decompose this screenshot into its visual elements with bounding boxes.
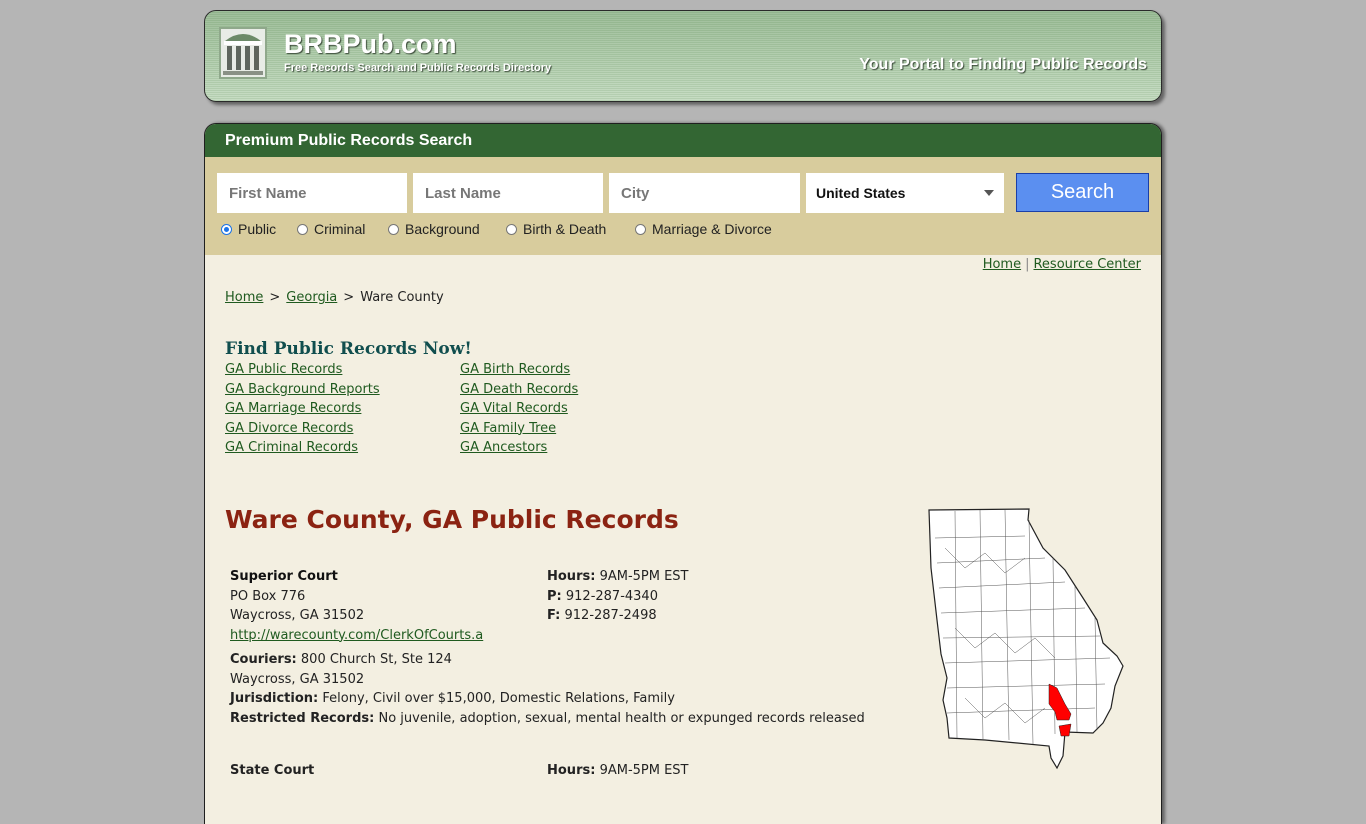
top-nav-links: Home | Resource Center	[982, 257, 1141, 272]
radio-unchecked-icon[interactable]	[506, 223, 517, 235]
court2-hours: Hours: 9AM-5PM EST	[547, 763, 689, 778]
link-ga-death-records[interactable]: GA Death Records	[460, 382, 578, 397]
find-records-heading: Find Public Records Now!	[225, 339, 472, 359]
site-header: BRBPub.com Free Records Search and Publi…	[204, 10, 1162, 102]
records-links-col1: GA Public Records GA Background Reports …	[225, 362, 380, 460]
court-address-line2: Waycross, GA 31502	[230, 608, 365, 623]
link-ga-criminal-records[interactable]: GA Criminal Records	[225, 440, 358, 455]
link-ga-vital-records[interactable]: GA Vital Records	[460, 401, 568, 416]
top-link-resource-center[interactable]: Resource Center	[1033, 257, 1141, 272]
link-ga-background-reports[interactable]: GA Background Reports	[225, 382, 380, 397]
court-jurisdiction: Felony, Civil over $15,000, Domestic Rel…	[322, 691, 675, 706]
georgia-outline	[928, 508, 1124, 770]
court-hours: 9AM-5PM EST	[599, 569, 689, 584]
court2-name: State Court	[230, 763, 315, 778]
courthouse-icon[interactable]	[219, 27, 267, 79]
court-website-link[interactable]: http://warecounty.com/ClerkOfCourts.a	[230, 628, 483, 643]
radio-background[interactable]: Background	[388, 221, 480, 237]
county-title: Ware County, GA Public Records	[225, 505, 679, 534]
breadcrumb-current: Ware County	[360, 290, 444, 305]
link-ga-divorce-records[interactable]: GA Divorce Records	[225, 421, 353, 436]
link-ga-family-tree[interactable]: GA Family Tree	[460, 421, 556, 436]
chevron-down-icon	[984, 190, 994, 196]
breadcrumb: Home > Georgia > Ware County	[225, 290, 444, 305]
radio-checked-icon[interactable]	[221, 223, 232, 235]
content-panel: Premium Public Records Search United Sta…	[204, 123, 1162, 824]
portal-tagline: Your Portal to Finding Public Records	[859, 56, 1147, 73]
court-address: Superior Court PO Box 776 Waycross, GA 3…	[230, 567, 483, 645]
first-name-input[interactable]	[217, 173, 407, 213]
court-details: Couriers: 800 Church St, Ste 124 Waycros…	[230, 652, 865, 726]
city-input[interactable]	[609, 173, 800, 213]
country-select[interactable]: United States	[806, 173, 1004, 213]
radio-unchecked-icon[interactable]	[297, 223, 308, 235]
radio-criminal[interactable]: Criminal	[297, 221, 365, 237]
radio-unchecked-icon[interactable]	[635, 223, 646, 235]
link-ga-birth-records[interactable]: GA Birth Records	[460, 362, 570, 377]
link-ga-marriage-records[interactable]: GA Marriage Records	[225, 401, 361, 416]
court-couriers-line2: Waycross, GA 31502	[230, 671, 365, 687]
radio-public[interactable]: Public	[221, 221, 276, 237]
breadcrumb-home[interactable]: Home	[225, 290, 263, 305]
site-tagline: Free Records Search and Public Records D…	[284, 62, 552, 74]
court-restricted-records: No juvenile, adoption, sexual, mental he…	[378, 710, 865, 726]
georgia-county-map-icon	[928, 508, 1124, 770]
court-phone: 912-287-4340	[565, 588, 658, 604]
site-name[interactable]: BRBPub.com	[284, 29, 457, 60]
radio-birth-death[interactable]: Birth & Death	[506, 221, 606, 237]
court-name: Superior Court	[230, 569, 338, 584]
country-selected: United States	[816, 185, 906, 201]
last-name-input[interactable]	[413, 173, 603, 213]
top-link-home[interactable]: Home	[983, 257, 1021, 272]
radio-unchecked-icon[interactable]	[388, 223, 399, 235]
search-button[interactable]: Search	[1016, 173, 1149, 212]
search-form: United States Search Public Criminal Bac…	[205, 157, 1161, 255]
records-links-col2: GA Birth Records GA Death Records GA Vit…	[460, 362, 578, 460]
court-contact: Hours: 9AM-5PM EST P: 912-287-4340 F: 91…	[547, 569, 689, 623]
court-fax: 912-287-2498	[564, 608, 657, 623]
radio-marriage-divorce[interactable]: Marriage & Divorce	[635, 221, 772, 237]
link-ga-public-records[interactable]: GA Public Records	[225, 362, 342, 377]
search-title: Premium Public Records Search	[205, 124, 1161, 157]
court-couriers: 800 Church St, Ste 124	[300, 652, 452, 667]
breadcrumb-georgia[interactable]: Georgia	[286, 290, 337, 305]
link-ga-ancestors[interactable]: GA Ancestors	[460, 440, 547, 455]
court-address-line1: PO Box 776	[230, 588, 306, 604]
